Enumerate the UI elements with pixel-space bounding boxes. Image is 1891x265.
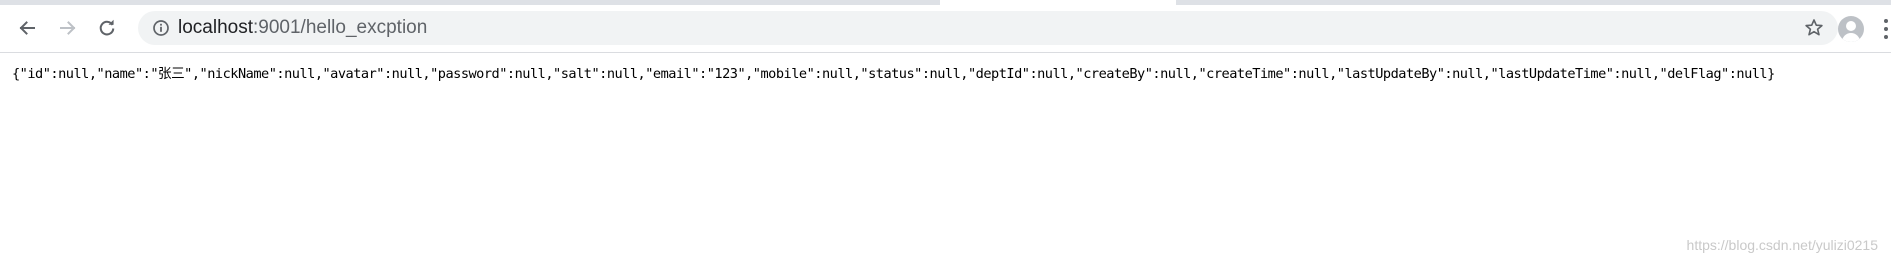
- back-button[interactable]: [12, 13, 42, 43]
- url-text[interactable]: localhost:9001/hello_excption: [178, 11, 427, 45]
- star-icon[interactable]: [1804, 18, 1824, 38]
- forward-button[interactable]: [53, 13, 83, 43]
- browser-toolbar: localhost:9001/hello_excption: [0, 5, 1891, 53]
- reload-icon: [99, 19, 115, 36]
- info-icon[interactable]: [152, 19, 170, 37]
- watermark-text: https://blog.csdn.net/yulizi0215: [1686, 237, 1878, 253]
- menu-dots-icon[interactable]: [1882, 19, 1891, 41]
- forward-arrow-icon: [60, 21, 76, 35]
- profile-avatar-icon[interactable]: [1838, 16, 1864, 42]
- address-bar[interactable]: localhost:9001/hello_excption: [138, 11, 1838, 45]
- reload-button[interactable]: [92, 13, 122, 43]
- url-port: :9001: [253, 17, 301, 38]
- json-response-text: {"id":null,"name":"张三","nickName":null,"…: [12, 66, 1775, 82]
- url-host: localhost: [178, 17, 253, 38]
- url-path: /hello_excption: [300, 17, 428, 38]
- back-arrow-icon: [19, 21, 35, 35]
